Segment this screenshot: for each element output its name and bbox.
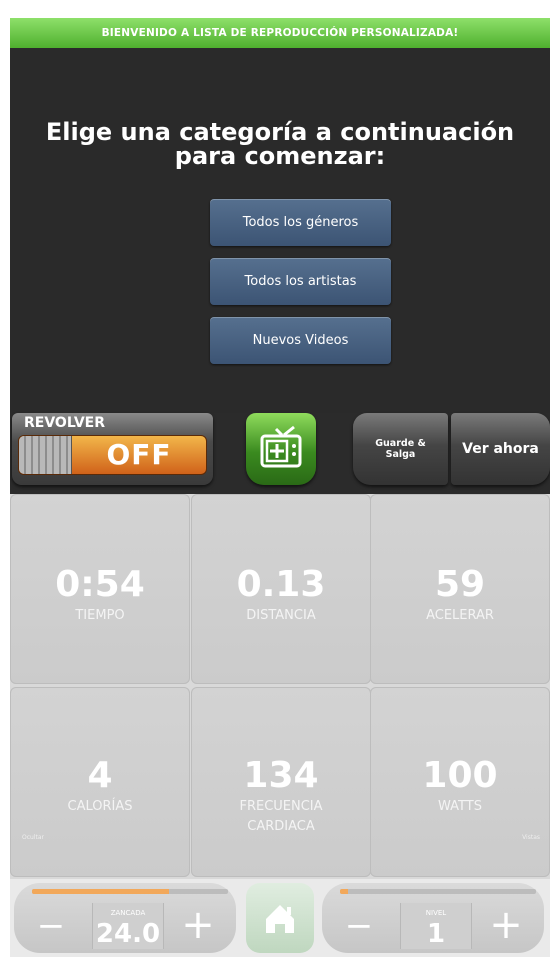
stride-display: ZANCADA 24.0	[92, 903, 164, 949]
level-label: NIVEL	[425, 909, 447, 917]
save-and-exit-button[interactable]: Guarde & Salga	[353, 413, 448, 485]
time-label: TIEMPO	[75, 608, 125, 623]
watts-value: 100	[422, 755, 498, 796]
workout-stats: 0:54 TIEMPO 0.13 DISTANCIA 59 ACELERAR 4…	[10, 494, 550, 879]
hide-label[interactable]: Ocultar	[22, 834, 44, 841]
add-tv-button[interactable]	[246, 413, 316, 485]
title-line-1: Elige una categoría a continuación	[45, 118, 515, 146]
stride-plus-button[interactable]: +	[178, 905, 218, 945]
time-value: 0:54	[55, 564, 145, 605]
stride-minus-button[interactable]: −	[32, 909, 70, 943]
level-value: 1	[426, 919, 446, 949]
calories-value: 4	[87, 755, 113, 796]
accelerate-label: ACELERAR	[426, 608, 494, 623]
welcome-banner-text: BIENVENIDO A LISTA DE REPRODUCCIÓN PERSO…	[101, 27, 459, 39]
distance-value: 0.13	[236, 564, 326, 605]
heart-rate-stat[interactable]: 134 FRECUENCIA CARDIACA	[191, 687, 371, 877]
shuffle-state: OFF	[106, 438, 172, 471]
heart-rate-value: 134	[243, 755, 319, 796]
heart-rate-label-2: CARDIACA	[247, 819, 315, 834]
shuffle-toggle[interactable]: OFF	[18, 435, 207, 475]
playlist-panel: Elige una categoría a continuación para …	[10, 48, 550, 423]
calories-stat[interactable]: 4 CALORÍAS	[10, 687, 190, 877]
watts-stat[interactable]: 100 WATTS	[370, 687, 550, 877]
calories-label: CALORÍAS	[67, 799, 133, 814]
heart-rate-label-1: FRECUENCIA	[239, 799, 323, 814]
toggle-knob[interactable]	[19, 436, 72, 474]
stride-value: 24.0	[95, 919, 161, 949]
level-progress-track	[340, 889, 536, 894]
stride-progress-fill	[32, 889, 170, 894]
tv-add-icon	[260, 425, 302, 468]
save-line-2: Salga	[385, 449, 416, 460]
level-control: − NIVEL 1 +	[322, 883, 544, 953]
all-artists-button[interactable]: Todos los artistas	[210, 258, 391, 305]
home-button[interactable]	[246, 883, 314, 953]
title-line-2: para comenzar:	[174, 142, 386, 170]
level-minus-button[interactable]: −	[340, 909, 378, 943]
welcome-banner: BIENVENIDO A LISTA DE REPRODUCCIÓN PERSO…	[10, 18, 550, 48]
time-stat[interactable]: 0:54 TIEMPO	[10, 494, 190, 684]
level-display: NIVEL 1	[400, 903, 472, 949]
control-bar: REVOLVER OFF Guarde & Salga Ver ahora	[10, 413, 550, 493]
app-screen: BIENVENIDO A LISTA DE REPRODUCCIÓN PERSO…	[10, 18, 550, 957]
home-icon	[266, 905, 294, 933]
bottom-bar: − ZANCADA 24.0 + − NIVEL 1 +	[10, 879, 550, 957]
stride-label: ZANCADA	[110, 909, 146, 917]
watts-label: WATTS	[438, 799, 482, 814]
all-genres-button[interactable]: Todos los géneros	[210, 199, 391, 246]
distance-stat[interactable]: 0.13 DISTANCIA	[191, 494, 371, 684]
level-plus-button[interactable]: +	[486, 905, 526, 945]
stride-control: − ZANCADA 24.0 +	[14, 883, 236, 953]
shuffle-label: REVOLVER	[24, 415, 106, 431]
save-line-1: Guarde &	[375, 438, 426, 449]
new-videos-button[interactable]: Nuevos Videos	[210, 317, 391, 364]
page-title: Elige una categoría a continuación para …	[10, 120, 550, 168]
distance-label: DISTANCIA	[246, 608, 316, 623]
shuffle-control: REVOLVER OFF	[12, 413, 213, 485]
accelerate-value: 59	[434, 564, 486, 605]
stride-progress-track	[32, 889, 228, 894]
watch-now-button[interactable]: Ver ahora	[451, 413, 550, 485]
views-label[interactable]: Vistas	[522, 834, 540, 841]
level-progress-fill	[340, 889, 348, 894]
accelerate-stat[interactable]: 59 ACELERAR	[370, 494, 550, 684]
